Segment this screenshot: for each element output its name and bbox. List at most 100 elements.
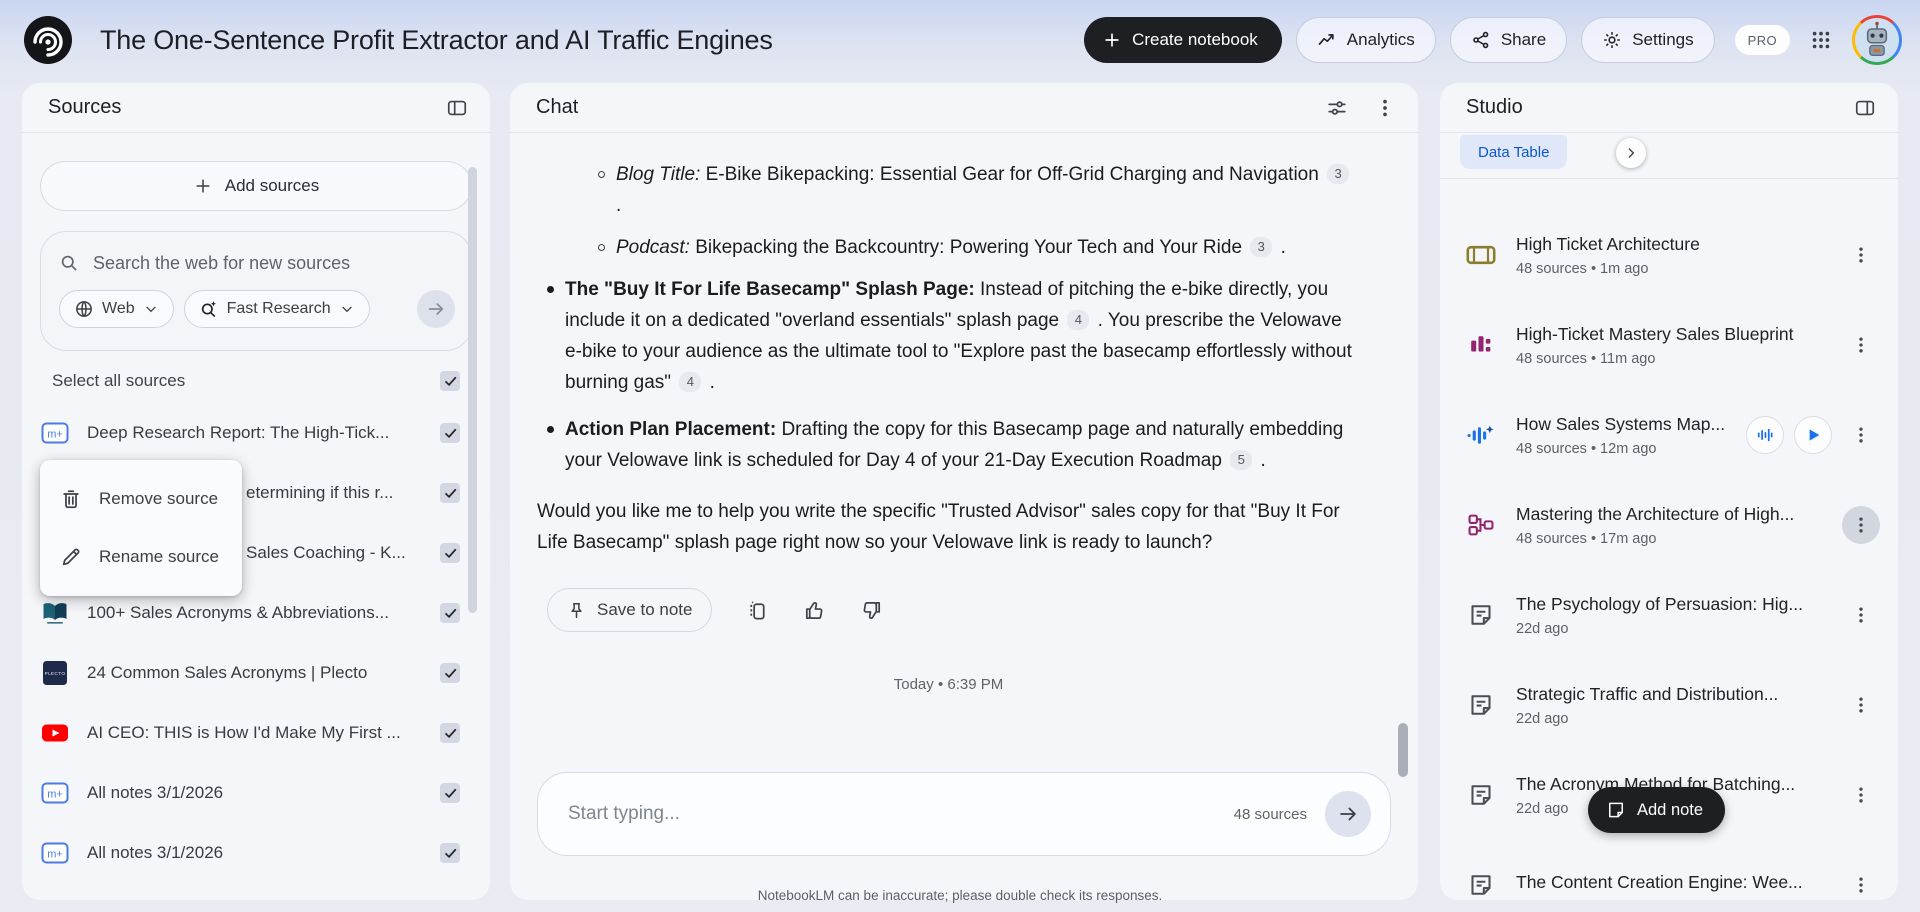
source-checkbox[interactable]	[440, 603, 460, 623]
studio-item-row[interactable]: How Sales Systems Map... 48 sources • 12m…	[1440, 390, 1898, 480]
studio-chip-row: Data Table	[1440, 133, 1898, 179]
research-mode-label: Fast Research	[226, 300, 331, 317]
studio-item-texts: High Ticket Architecture 48 sources • 1m …	[1516, 234, 1842, 277]
citation-chip[interactable]: 4	[1067, 309, 1090, 330]
source-checkbox[interactable]	[440, 843, 460, 863]
plus-icon	[1102, 30, 1122, 50]
add-note-button[interactable]: Add note	[1588, 787, 1726, 833]
chat-paragraph: Would you like me to help you write the …	[537, 496, 1360, 558]
source-checkbox[interactable]	[440, 423, 460, 443]
context-menu-item[interactable]: Remove source	[40, 470, 242, 528]
send-message-button[interactable]	[1325, 791, 1371, 837]
source-row[interactable]: AI CEO: THIS is How I'd Make My First ..…	[22, 703, 490, 763]
studio-item-menu-button[interactable]	[1842, 776, 1880, 814]
sources-scrollbar[interactable]	[468, 167, 477, 613]
studio-item-title: Mastering the Architecture of High...	[1516, 503, 1795, 524]
source-checkbox[interactable]	[440, 543, 460, 563]
studio-item-menu-button[interactable]	[1842, 506, 1880, 544]
studio-item-row[interactable]: High Ticket Architecture 48 sources • 1m …	[1440, 210, 1898, 300]
studio-item-menu-button[interactable]	[1842, 686, 1880, 724]
chat-scrollbar[interactable]	[1398, 723, 1408, 777]
analytics-button[interactable]: Analytics	[1295, 17, 1436, 63]
plus-icon	[193, 176, 213, 196]
source-title: Sales Coaching - K...	[246, 543, 406, 562]
studio-item-title: How Sales Systems Map...	[1516, 413, 1726, 434]
chat-settings-icon[interactable]	[1326, 97, 1348, 119]
source-title: Deep Research Report: The High-Tick...	[87, 423, 390, 442]
source-title: AI CEO: THIS is How I'd Make My First ..…	[87, 723, 401, 742]
notebooklm-logo-icon[interactable]	[24, 16, 72, 64]
thumbs-down-icon[interactable]	[860, 599, 883, 622]
web-filter-chip[interactable]: Web	[59, 290, 174, 328]
studio-item-menu-button[interactable]	[1842, 236, 1880, 274]
data-table-chip[interactable]: Data Table	[1460, 135, 1568, 169]
save-to-note-button[interactable]: Save to note	[547, 588, 713, 632]
svg-text:PLECTO: PLECTO	[45, 671, 66, 676]
add-sources-button[interactable]: Add sources	[40, 161, 472, 211]
thumbs-up-icon[interactable]	[803, 599, 826, 622]
text-segment: .	[1275, 237, 1286, 258]
text-segment: Blog Title:	[616, 164, 701, 185]
chat-bullet: The "Buy It For Life Basecamp" Splash Pa…	[537, 274, 1360, 398]
text-segment: E-Bike Bikepacking: Essential Gear for O…	[700, 164, 1325, 185]
studio-item-menu-button[interactable]	[1842, 416, 1880, 454]
source-checkbox[interactable]	[440, 723, 460, 743]
note-icon	[1464, 600, 1498, 630]
citation-chip[interactable]: 3	[1327, 163, 1350, 184]
sources-panel-title: Sources	[48, 96, 122, 118]
header-actions: Create notebook Analytics Share Settings…	[1084, 15, 1902, 65]
studio-item-meta: 48 sources • 17m ago	[1516, 530, 1657, 547]
account-avatar[interactable]	[1852, 15, 1902, 65]
expand-panel-icon[interactable]	[1854, 97, 1876, 119]
source-row[interactable]: m+ All notes 3/1/2026	[22, 823, 490, 883]
studio-item-row[interactable]: Strategic Traffic and Distribution... 22d…	[1440, 660, 1898, 750]
select-all-row: Select all sources	[52, 371, 460, 391]
book-icon	[40, 600, 70, 626]
source-checkbox[interactable]	[440, 783, 460, 803]
settings-button[interactable]: Settings	[1581, 17, 1715, 63]
citation-chip[interactable]: 3	[1250, 236, 1273, 257]
select-all-label: Select all sources	[52, 371, 186, 390]
context-menu-label: Rename source	[99, 547, 220, 566]
carousel-next-button[interactable]	[1616, 138, 1646, 168]
studio-item-row[interactable]: The Psychology of Persuasion: Hig... 22d …	[1440, 570, 1898, 660]
studio-item-title: Strategic Traffic and Distribution...	[1516, 683, 1779, 704]
collapse-panel-icon[interactable]	[446, 97, 468, 119]
settings-label: Settings	[1632, 30, 1694, 49]
citation-chip[interactable]: 5	[1230, 449, 1253, 470]
citation-chip[interactable]: 4	[679, 371, 702, 392]
share-icon	[1471, 30, 1491, 50]
source-title: All notes 3/1/2026	[87, 783, 224, 802]
studio-item-row[interactable]: Mastering the Architecture of High... 48 …	[1440, 480, 1898, 570]
research-mode-chip[interactable]: Fast Research	[183, 290, 370, 328]
search-input-row[interactable]: Search the web for new sources	[59, 246, 455, 280]
copy-icon[interactable]	[746, 599, 769, 622]
context-menu-item[interactable]: Rename source	[40, 528, 242, 586]
studio-item-texts: High-Ticket Mastery Sales Blueprint 48 so…	[1516, 324, 1842, 367]
studio-item-row[interactable]: High-Ticket Mastery Sales Blueprint 48 so…	[1440, 300, 1898, 390]
share-button[interactable]: Share	[1449, 17, 1568, 63]
studio-item-menu-button[interactable]	[1842, 596, 1880, 634]
search-submit-button[interactable]	[417, 290, 455, 328]
source-row[interactable]: m+ All notes 3/1/2026	[22, 763, 490, 823]
create-notebook-button[interactable]: Create notebook	[1084, 17, 1282, 63]
source-checkbox[interactable]	[440, 663, 460, 683]
select-all-checkbox[interactable]	[440, 371, 460, 391]
studio-item-actions	[1746, 416, 1880, 454]
chevron-down-icon	[339, 301, 355, 317]
chat-more-menu-icon[interactable]	[1374, 97, 1396, 119]
source-row[interactable]: m+ Deep Research Report: The High-Tick...	[22, 403, 490, 463]
audio-interactive-button[interactable]	[1746, 416, 1784, 454]
markdown-icon: m+	[40, 780, 70, 806]
audio-play-button[interactable]	[1794, 416, 1832, 454]
studio-item-actions	[1842, 776, 1880, 814]
source-checkbox[interactable]	[440, 483, 460, 503]
source-row[interactable]: PLECTO 24 Common Sales Acronyms | Plecto	[22, 643, 490, 703]
youtube-icon	[40, 720, 70, 746]
studio-item-menu-button[interactable]	[1842, 326, 1880, 364]
assistant-message: Blog Title: E-Bike Bikepacking: Essentia…	[537, 159, 1360, 558]
chat-bullet: Action Plan Placement: Drafting the copy…	[537, 414, 1360, 476]
chat-input[interactable]	[568, 803, 1234, 825]
text-segment: Would you like me to help you write the …	[537, 501, 1340, 553]
apps-grid-button[interactable]	[1804, 23, 1838, 57]
